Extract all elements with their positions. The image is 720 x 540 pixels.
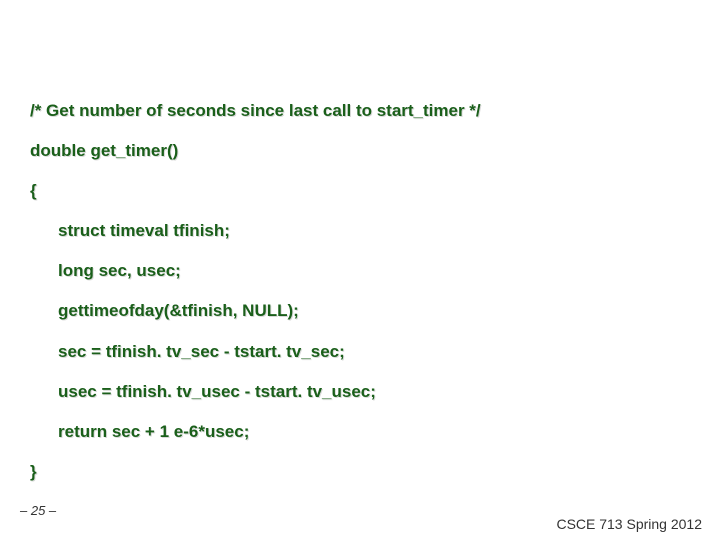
code-brace-close: } bbox=[30, 461, 690, 483]
course-label: CSCE 713 Spring 2012 bbox=[556, 516, 702, 532]
code-block: /* Get number of seconds since last call… bbox=[0, 0, 720, 483]
code-var-decl: struct timeval tfinish; bbox=[30, 220, 690, 242]
code-var-decl: long sec, usec; bbox=[30, 260, 690, 282]
code-assign: usec = tfinish. tv_usec - tstart. tv_use… bbox=[30, 381, 690, 403]
code-comment: /* Get number of seconds since last call… bbox=[30, 100, 690, 122]
page-number: – 25 – bbox=[20, 503, 56, 518]
code-assign: sec = tfinish. tv_sec - tstart. tv_sec; bbox=[30, 341, 690, 363]
code-call: gettimeofday(&tfinish, NULL); bbox=[30, 300, 690, 322]
code-brace-open: { bbox=[30, 180, 690, 202]
code-return: return sec + 1 e-6*usec; bbox=[30, 421, 690, 443]
code-function-decl: double get_timer() bbox=[30, 140, 690, 162]
